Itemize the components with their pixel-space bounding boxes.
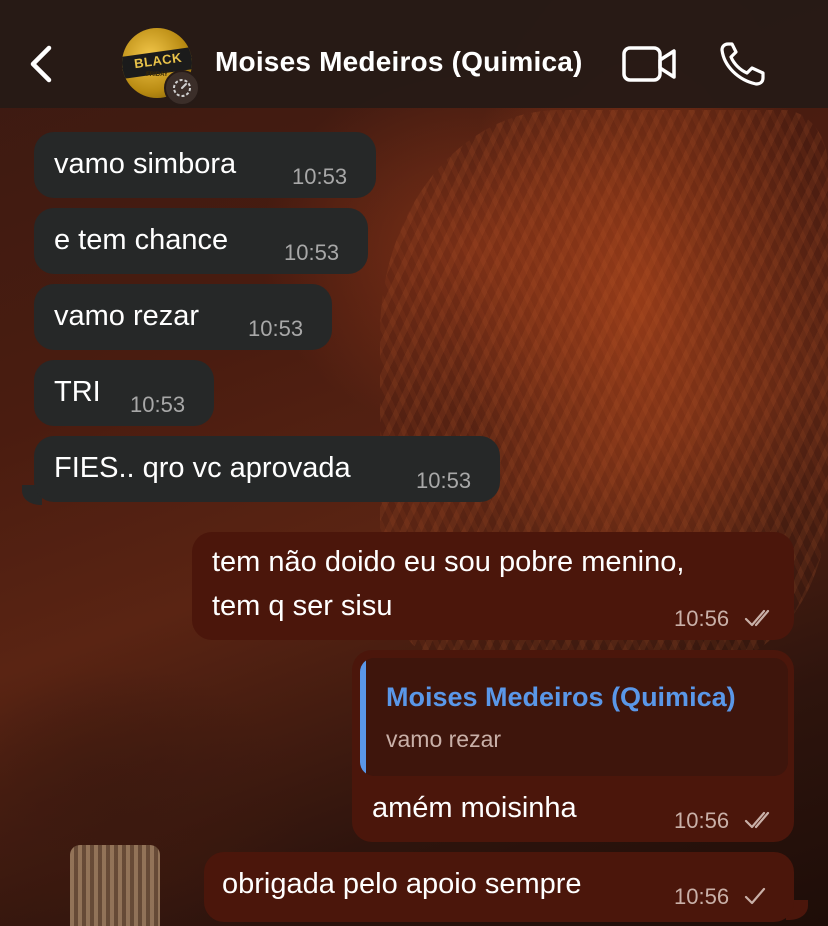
contact-name[interactable]: Moises Medeiros (Quimica) bbox=[215, 46, 583, 78]
message-text-line: tem não doido eu sou pobre menino, bbox=[212, 546, 685, 578]
message-text: obrigada pelo apoio sempre bbox=[222, 868, 582, 900]
wallpaper-bracelet bbox=[70, 845, 160, 926]
reply-text: vamo rezar bbox=[386, 726, 502, 752]
message-text: amém moisinha bbox=[372, 792, 577, 824]
message-bubble-incoming[interactable]: FIES.. qro vc aprovada 10:53 bbox=[34, 436, 500, 502]
chat-header: BLACK FRIDAY Moises Medeiros (Quimica) bbox=[0, 0, 828, 108]
message-time: 10:56 bbox=[674, 884, 730, 909]
voice-call-button[interactable] bbox=[718, 40, 768, 88]
message-time: 10:53 bbox=[416, 468, 472, 493]
check-icon bbox=[744, 887, 766, 905]
message-bubble-incoming[interactable]: e tem chance 10:53 bbox=[34, 208, 368, 274]
message-bubble-incoming[interactable]: vamo rezar 10:53 bbox=[34, 284, 332, 350]
back-button[interactable] bbox=[22, 40, 58, 88]
message-time: 10:53 bbox=[292, 164, 348, 189]
double-check-icon bbox=[744, 609, 770, 627]
message-text: vamo simbora bbox=[54, 148, 237, 180]
message-text: vamo rezar bbox=[54, 300, 200, 332]
message-text: e tem chance bbox=[54, 224, 229, 256]
message-text: TRI bbox=[54, 376, 101, 408]
chevron-left-icon bbox=[30, 45, 52, 83]
video-camera-icon bbox=[622, 46, 676, 82]
message-time: 10:53 bbox=[284, 240, 340, 265]
message-time: 10:56 bbox=[674, 808, 730, 833]
message-text: FIES.. qro vc aprovada bbox=[54, 452, 351, 484]
message-time: 10:56 bbox=[674, 606, 730, 631]
phone-icon bbox=[720, 42, 765, 86]
reply-accent-bar bbox=[360, 658, 366, 776]
double-check-icon bbox=[744, 811, 770, 829]
message-bubble-outgoing[interactable]: obrigada pelo apoio sempre 10:56 bbox=[204, 852, 794, 922]
message-time: 10:53 bbox=[248, 316, 304, 341]
message-bubble-outgoing[interactable]: tem não doido eu sou pobre menino, tem q… bbox=[192, 532, 794, 640]
message-bubble-incoming[interactable]: TRI 10:53 bbox=[34, 360, 214, 426]
status-timer-icon bbox=[164, 70, 200, 106]
message-time: 10:53 bbox=[130, 392, 186, 417]
message-text-line: tem q ser sisu bbox=[212, 590, 393, 622]
reply-author: Moises Medeiros (Quimica) bbox=[386, 682, 736, 712]
reply-quote[interactable]: Moises Medeiros (Quimica) vamo rezar bbox=[360, 658, 788, 776]
video-call-button[interactable] bbox=[622, 44, 678, 84]
message-bubble-incoming[interactable]: vamo simbora 10:53 bbox=[34, 132, 376, 198]
